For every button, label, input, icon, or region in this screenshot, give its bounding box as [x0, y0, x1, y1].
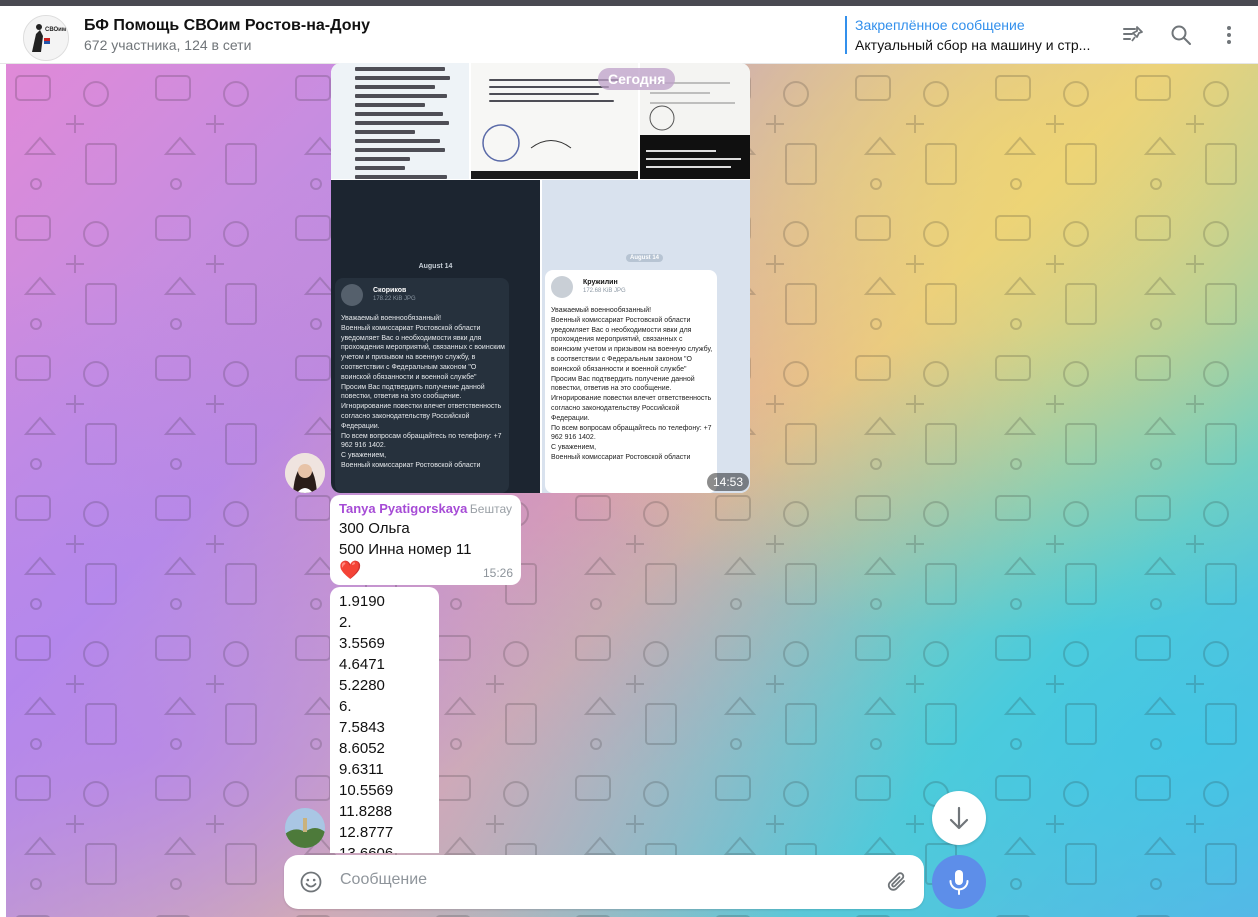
pinned-message[interactable]: Закреплённое сообщение Актуальный сбор н…	[845, 16, 1105, 54]
voice-message-button[interactable]	[932, 855, 986, 909]
message-line: 13.6606	[339, 843, 430, 853]
photo-date-label: August 14	[626, 254, 664, 262]
photo-album-message[interactable]: August 14 Скориков 178.22 KiB JPG Уважае…	[331, 63, 750, 493]
message-line: 11.8288	[339, 803, 393, 820]
paperclip-icon[interactable]	[885, 870, 909, 894]
message-line: 4.6471	[339, 656, 385, 673]
album-photo-bottom-left[interactable]: August 14 Скориков 178.22 KiB JPG Уважае…	[331, 180, 540, 493]
avatar[interactable]	[285, 453, 325, 493]
chat-member-count: 672 участника, 124 в сети	[84, 37, 252, 53]
chat-title[interactable]: БФ Помощь СВОим Ростов-на-Дону	[84, 17, 370, 35]
message-input[interactable]	[338, 870, 862, 890]
message-line: 7.5843	[339, 719, 385, 736]
message-line: 2.	[339, 614, 352, 631]
pin-list-icon[interactable]	[1121, 23, 1145, 47]
message-line: 6.	[339, 698, 352, 715]
message-line: 5.2280	[339, 677, 385, 694]
pinned-message-text: Актуальный сбор на машину и стр...	[855, 37, 1091, 53]
avatar[interactable]	[285, 808, 325, 848]
microphone-icon	[949, 870, 969, 895]
photo-message-text: Уважаемый военнообязанный! Военный комис…	[341, 315, 505, 469]
message-composer	[284, 855, 924, 909]
photo-message-text: Уважаемый военнообязанный! Военный комис…	[551, 307, 713, 461]
message-line: 300 Ольга	[339, 520, 410, 537]
message-line: 12.8777	[339, 824, 394, 841]
photo-file-sender: Скориков	[373, 287, 407, 294]
group-logo-icon: СВОим	[24, 16, 68, 60]
photo-date-label: August 14	[418, 263, 453, 270]
message-line: 500 Инна номер 11	[339, 541, 472, 558]
group-avatar[interactable]: СВОим	[23, 15, 69, 61]
pinned-message-title: Закреплённое сообщение	[855, 17, 1025, 33]
search-icon[interactable]	[1169, 23, 1193, 47]
scroll-to-bottom-button[interactable]	[932, 791, 986, 845]
album-photo-top-left[interactable]	[331, 63, 469, 179]
member-badge: Бештау	[469, 502, 512, 516]
svg-text:СВОим: СВОим	[45, 27, 67, 33]
sender-name[interactable]: Tanya Pyatigorskaya	[339, 501, 467, 516]
more-vertical-icon[interactable]	[1217, 23, 1241, 47]
photo-file-size: 178.22 KiB JPG	[373, 296, 416, 302]
message-line: 1.9190	[339, 593, 385, 610]
chat-header: СВОим БФ Помощь СВОим Ростов-на-Дону 672…	[0, 6, 1258, 64]
message-bubble[interactable]: 1.9190 2. 3.5569 4.6471 5.2280 6. 7.5843…	[330, 587, 439, 853]
message-line: 10.5569	[339, 782, 394, 799]
album-timestamp: 14:53	[707, 473, 750, 491]
photo-file-sender: Кружилин	[583, 279, 618, 286]
album-photo-bottom-right[interactable]: August 14 Кружилин 172.68 KiB JPG Уважае…	[542, 180, 750, 493]
message-line: 9.6311	[339, 761, 384, 778]
date-badge[interactable]: Сегодня	[598, 68, 676, 90]
message-bubble[interactable]: Tanya Pyatigorskaya Бештау 300 Ольга 500…	[330, 495, 521, 585]
photo-file-size: 172.68 KiB JPG	[583, 288, 626, 294]
message-time: 15:26	[482, 566, 513, 580]
emoji-icon[interactable]	[299, 870, 323, 894]
message-line: 3.5569	[339, 635, 385, 652]
arrow-down-icon	[949, 806, 969, 830]
message-line: 8.6052	[339, 740, 385, 757]
